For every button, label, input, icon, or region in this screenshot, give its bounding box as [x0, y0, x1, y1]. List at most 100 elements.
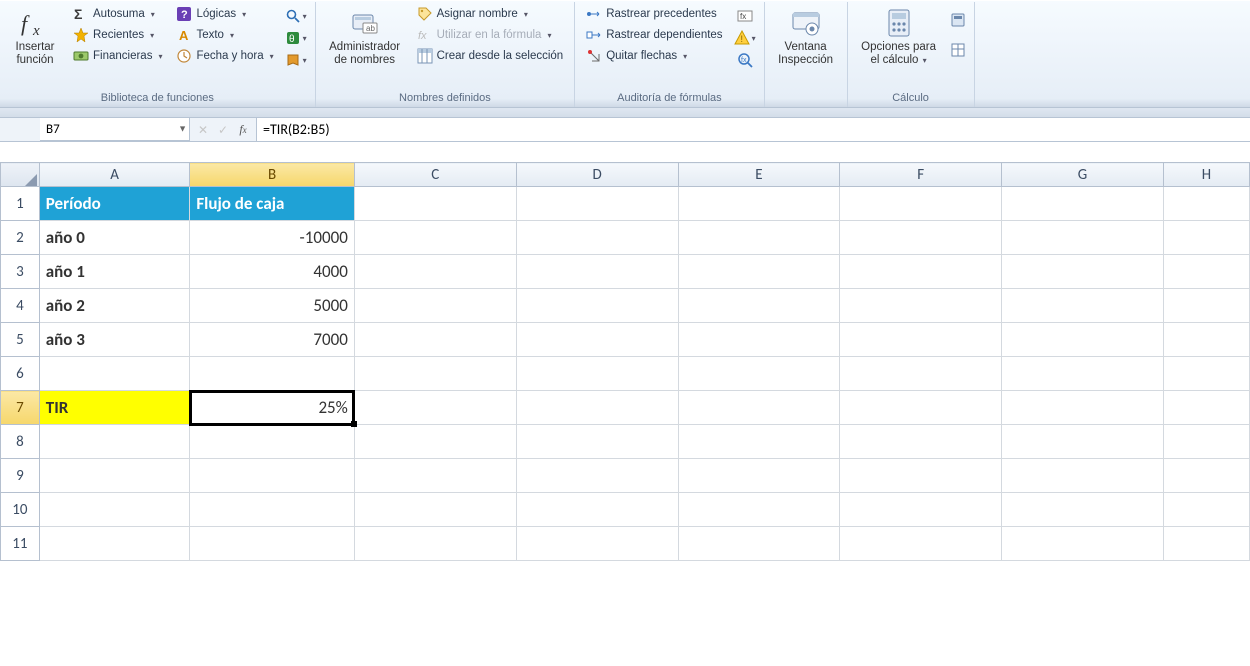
cell[interactable]	[1002, 527, 1164, 561]
cell[interactable]	[678, 391, 840, 425]
cell[interactable]: 7000	[190, 323, 354, 357]
cell[interactable]	[1163, 323, 1249, 357]
accept-formula-icon[interactable]: ✓	[214, 123, 232, 137]
cell[interactable]	[840, 187, 1002, 221]
recent-functions-button[interactable]: Recientes▾	[68, 25, 167, 45]
col-header-G[interactable]: G	[1002, 163, 1164, 187]
calculate-now-button[interactable]	[948, 10, 968, 30]
cell[interactable]	[354, 357, 516, 391]
lookup-ref-button[interactable]: ▾	[283, 6, 309, 26]
cell[interactable]	[678, 493, 840, 527]
cell[interactable]	[1002, 187, 1164, 221]
cell[interactable]	[516, 391, 678, 425]
cell[interactable]	[678, 289, 840, 323]
row-header[interactable]: 6	[1, 357, 40, 391]
cell[interactable]	[516, 527, 678, 561]
cell[interactable]	[354, 323, 516, 357]
watch-window-button[interactable]: Ventana Inspección	[771, 4, 841, 68]
text-functions-button[interactable]: A Texto▾	[171, 25, 278, 45]
cell[interactable]	[1163, 425, 1249, 459]
cell[interactable]	[678, 255, 840, 289]
cell[interactable]	[678, 187, 840, 221]
name-box-dropdown-icon[interactable]: ▼	[178, 124, 187, 135]
cell[interactable]	[1163, 221, 1249, 255]
cell[interactable]	[354, 187, 516, 221]
cell[interactable]	[678, 357, 840, 391]
cell[interactable]	[678, 459, 840, 493]
error-checking-button[interactable]: !▾	[732, 28, 758, 48]
insert-function-button[interactable]: fx Insertar función	[6, 4, 64, 68]
cell[interactable]	[39, 357, 190, 391]
cell[interactable]	[516, 493, 678, 527]
formula-input[interactable]	[257, 118, 1250, 141]
cell[interactable]	[354, 221, 516, 255]
cell[interactable]	[516, 187, 678, 221]
cell[interactable]	[1002, 493, 1164, 527]
cell[interactable]	[190, 425, 354, 459]
cell[interactable]: Período	[39, 187, 190, 221]
cell[interactable]	[190, 493, 354, 527]
cell[interactable]: 5000	[190, 289, 354, 323]
more-functions-button[interactable]: ▾	[283, 50, 309, 70]
cell[interactable]	[516, 289, 678, 323]
name-manager-button[interactable]: ab Administrador de nombres	[322, 4, 408, 68]
math-trig-button[interactable]: θ▾	[283, 28, 309, 48]
row-header[interactable]: 4	[1, 289, 40, 323]
cell-selected[interactable]: 25%	[190, 391, 354, 425]
cell[interactable]	[1163, 459, 1249, 493]
row-header[interactable]: 1	[1, 187, 40, 221]
cell[interactable]	[840, 391, 1002, 425]
col-header-H[interactable]: H	[1163, 163, 1249, 187]
cell[interactable]	[840, 527, 1002, 561]
cell[interactable]: año 1	[39, 255, 190, 289]
cell[interactable]	[1163, 187, 1249, 221]
cell[interactable]	[1002, 357, 1164, 391]
cell[interactable]	[516, 221, 678, 255]
autosum-button[interactable]: Σ Autosuma▾	[68, 4, 167, 24]
row-header[interactable]: 7	[1, 391, 40, 425]
trace-precedents-button[interactable]: Rastrear precedentes	[581, 4, 727, 24]
financial-functions-button[interactable]: Financieras▾	[68, 46, 167, 66]
cell[interactable]	[190, 527, 354, 561]
col-header-B[interactable]: B	[190, 163, 354, 187]
cell[interactable]	[678, 221, 840, 255]
cell[interactable]	[1002, 323, 1164, 357]
row-header[interactable]: 3	[1, 255, 40, 289]
cell[interactable]	[1163, 391, 1249, 425]
cell[interactable]	[516, 255, 678, 289]
cell[interactable]	[354, 289, 516, 323]
cell[interactable]	[39, 459, 190, 493]
cell[interactable]	[678, 425, 840, 459]
cell[interactable]	[1002, 459, 1164, 493]
cell[interactable]	[190, 459, 354, 493]
cell[interactable]	[39, 527, 190, 561]
row-header[interactable]: 5	[1, 323, 40, 357]
cell[interactable]	[1002, 289, 1164, 323]
cell[interactable]	[1163, 289, 1249, 323]
select-all-corner[interactable]	[1, 163, 40, 187]
row-header[interactable]: 2	[1, 221, 40, 255]
cell[interactable]	[1002, 391, 1164, 425]
cell[interactable]: TIR	[39, 391, 190, 425]
cell[interactable]	[39, 493, 190, 527]
datetime-functions-button[interactable]: Fecha y hora▾	[171, 46, 278, 66]
cell[interactable]: Flujo de caja	[190, 187, 354, 221]
cell[interactable]	[840, 323, 1002, 357]
row-header[interactable]: 8	[1, 425, 40, 459]
show-formulas-button[interactable]: fx	[735, 6, 755, 26]
spreadsheet-grid[interactable]: A B C D E F G H 1 Período Flujo de caja …	[0, 162, 1250, 561]
evaluate-formula-button[interactable]: fx	[735, 50, 755, 70]
cell[interactable]	[1163, 493, 1249, 527]
row-header[interactable]: 10	[1, 493, 40, 527]
cell[interactable]: año 3	[39, 323, 190, 357]
cell[interactable]	[354, 493, 516, 527]
cell[interactable]	[840, 255, 1002, 289]
cell[interactable]	[678, 323, 840, 357]
name-box[interactable]: B7 ▼	[40, 118, 190, 141]
col-header-D[interactable]: D	[516, 163, 678, 187]
cell[interactable]	[39, 425, 190, 459]
logical-functions-button[interactable]: ? Lógicas▾	[171, 4, 278, 24]
cell[interactable]	[840, 459, 1002, 493]
col-header-E[interactable]: E	[678, 163, 840, 187]
cell[interactable]: -10000	[190, 221, 354, 255]
